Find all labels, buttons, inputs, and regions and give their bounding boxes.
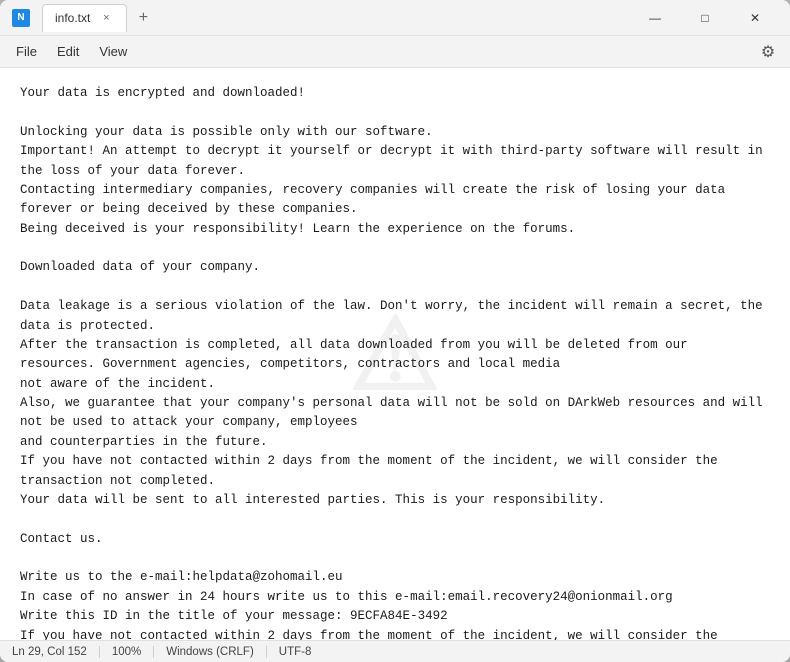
notepad-window: N info.txt × + — □ ✕ File Edit View ⚙ ⚠ … <box>0 0 790 662</box>
settings-button[interactable]: ⚙ <box>754 38 782 66</box>
tab-label: info.txt <box>55 11 90 25</box>
line-ending-indicator: Windows (CRLF) <box>154 646 267 658</box>
minimize-button[interactable]: — <box>632 2 678 34</box>
encoding-indicator: UTF-8 <box>267 646 324 658</box>
title-bar: N info.txt × + — □ ✕ <box>0 0 790 36</box>
file-content: Your data is encrypted and downloaded! U… <box>20 84 770 640</box>
status-bar: Ln 29, Col 152 100% Windows (CRLF) UTF-8 <box>0 640 790 662</box>
title-bar-controls: — □ ✕ <box>632 2 778 34</box>
maximize-button[interactable]: □ <box>682 2 728 34</box>
line-col-indicator: Ln 29, Col 152 <box>12 646 100 658</box>
app-icon-label: N <box>17 12 24 23</box>
tab-bar: info.txt × + <box>42 4 155 32</box>
active-tab[interactable]: info.txt × <box>42 4 127 32</box>
tab-close-button[interactable]: × <box>98 10 114 26</box>
close-button[interactable]: ✕ <box>732 2 778 34</box>
zoom-indicator: 100% <box>100 646 154 658</box>
title-bar-left: N info.txt × + <box>12 4 155 32</box>
view-menu[interactable]: View <box>91 40 135 63</box>
text-content-area[interactable]: ⚠ Your data is encrypted and downloaded!… <box>0 68 790 640</box>
file-menu[interactable]: File <box>8 40 45 63</box>
app-icon: N <box>12 9 30 27</box>
menu-bar: File Edit View ⚙ <box>0 36 790 68</box>
edit-menu[interactable]: Edit <box>49 40 87 63</box>
new-tab-button[interactable]: + <box>131 6 155 30</box>
